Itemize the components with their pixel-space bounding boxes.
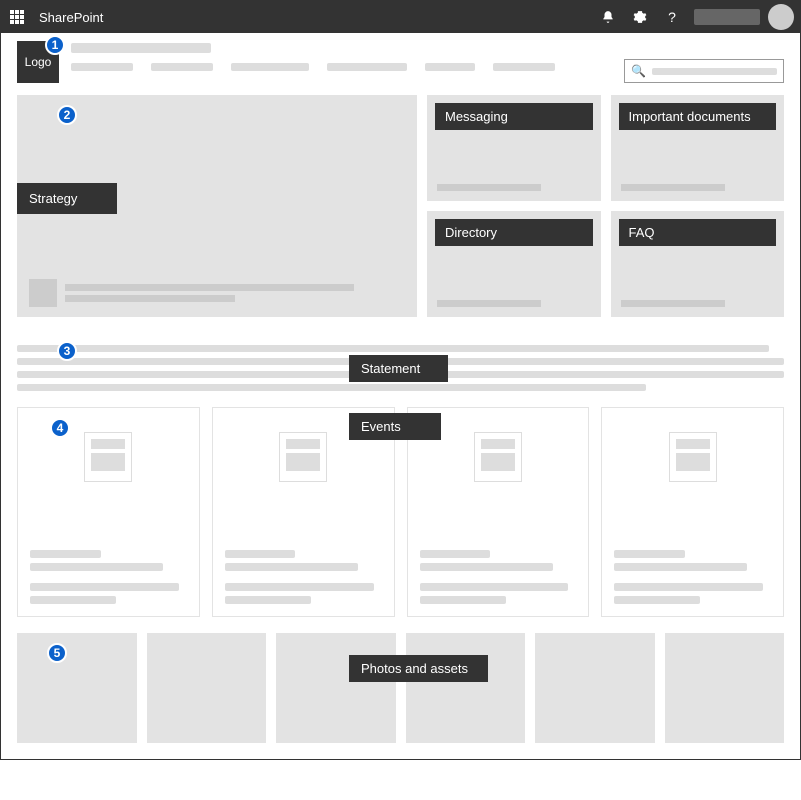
tile-label: Important documents — [619, 103, 777, 130]
nav-item[interactable] — [493, 63, 555, 71]
hero-webpart[interactable]: 2 Strategy — [17, 95, 417, 317]
events-webpart: Events 4 — [17, 407, 784, 617]
gallery-item[interactable] — [406, 633, 526, 743]
gallery-item[interactable]: 5 — [17, 633, 137, 743]
quicklink-documents[interactable]: Important documents — [611, 95, 785, 201]
nav-item[interactable] — [151, 63, 213, 71]
event-card[interactable]: 4 — [17, 407, 200, 617]
site-title-placeholder — [71, 43, 211, 53]
search-placeholder — [652, 68, 777, 75]
tile-label: Messaging — [435, 103, 593, 130]
callout-4: 4 — [50, 418, 70, 438]
event-card[interactable] — [601, 407, 784, 617]
photos-label: Photos and assets — [349, 655, 488, 682]
hero-label: Strategy — [17, 183, 117, 214]
suite-bar: SharePoint ? — [1, 1, 800, 33]
text-webpart: 3 Statement — [17, 345, 784, 391]
statement-label: Statement — [349, 355, 448, 382]
gallery-item[interactable] — [665, 633, 785, 743]
quicklink-messaging[interactable]: Messaging — [427, 95, 601, 201]
events-label: Events — [349, 413, 441, 440]
quicklink-faq[interactable]: FAQ — [611, 211, 785, 317]
help-icon[interactable]: ? — [656, 1, 688, 33]
callout-2: 2 — [57, 105, 77, 125]
user-avatar[interactable] — [768, 4, 794, 30]
nav-item[interactable] — [71, 63, 133, 71]
hero-text-placeholder — [65, 284, 405, 302]
search-icon: 🔍 — [631, 64, 646, 78]
top-nav — [71, 63, 624, 71]
tenant-placeholder — [694, 9, 760, 25]
image-gallery-webpart: Photos and assets 5 — [17, 633, 784, 743]
quicklink-directory[interactable]: Directory — [427, 211, 601, 317]
settings-icon[interactable] — [624, 1, 656, 33]
gallery-item[interactable] — [147, 633, 267, 743]
gallery-item[interactable] — [276, 633, 396, 743]
site-header: 1 Logo 🔍 — [1, 33, 800, 87]
callout-3: 3 — [57, 341, 77, 361]
hero-thumb — [29, 279, 57, 307]
app-launcher-icon[interactable] — [1, 1, 33, 33]
callout-1: 1 — [45, 35, 65, 55]
search-box[interactable]: 🔍 — [624, 59, 784, 83]
gallery-item[interactable] — [535, 633, 655, 743]
app-name: SharePoint — [39, 10, 103, 25]
tile-label: Directory — [435, 219, 593, 246]
callout-5: 5 — [47, 643, 67, 663]
nav-item[interactable] — [425, 63, 475, 71]
tile-label: FAQ — [619, 219, 777, 246]
nav-item[interactable] — [327, 63, 407, 71]
nav-item[interactable] — [231, 63, 309, 71]
notifications-icon[interactable] — [592, 1, 624, 33]
